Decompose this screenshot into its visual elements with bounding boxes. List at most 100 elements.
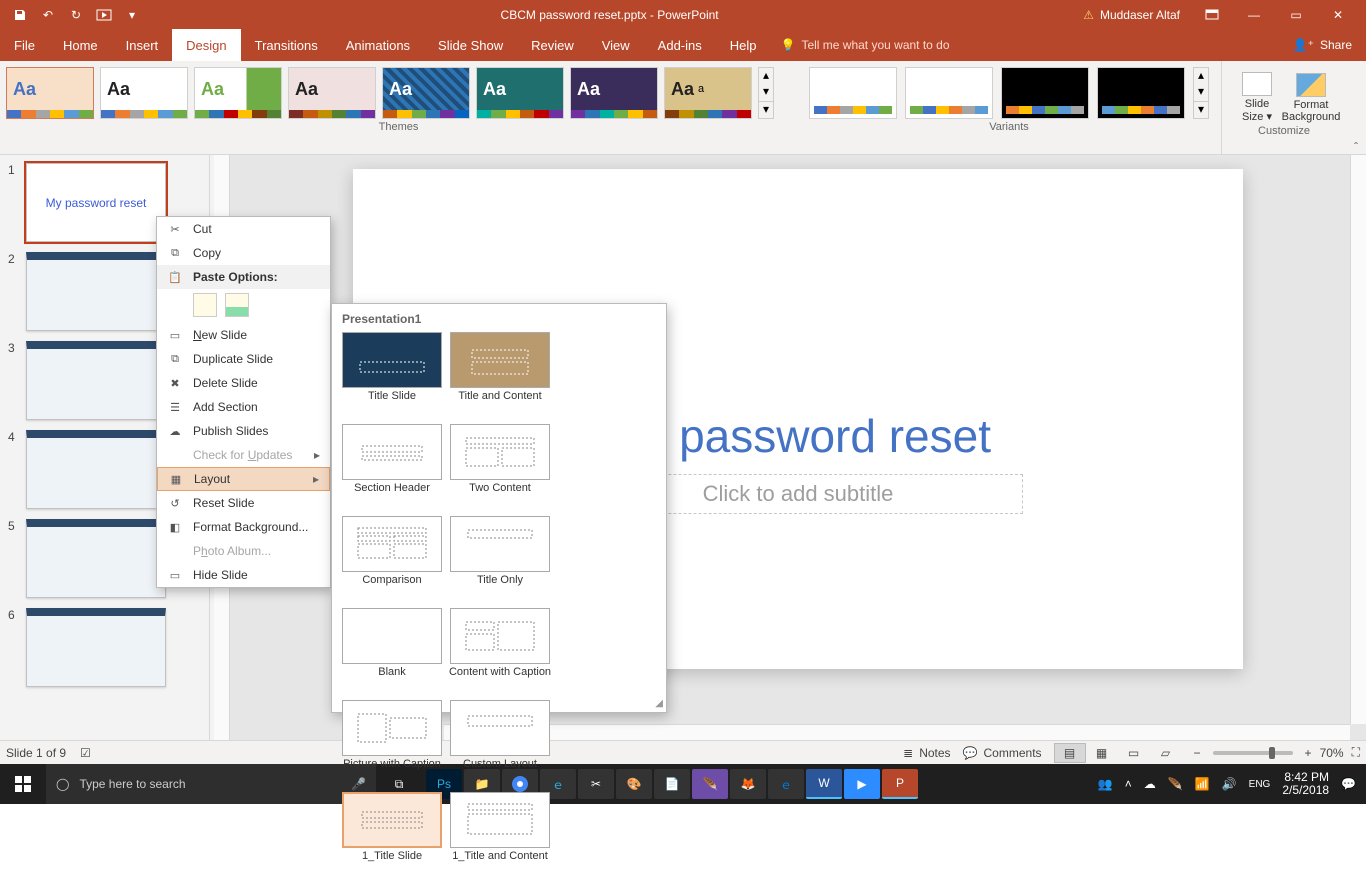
layout-section-header[interactable]: Section Header bbox=[340, 424, 444, 508]
slide-size-button[interactable]: Slide Size ▾ bbox=[1234, 67, 1280, 123]
zoom-level[interactable]: 70% bbox=[1320, 741, 1344, 764]
tab-design[interactable]: Design bbox=[172, 29, 240, 61]
share-button[interactable]: 👤⁺ Share bbox=[1279, 29, 1366, 61]
taskbar-search[interactable]: ◯ Type here to search 🎤 bbox=[46, 764, 376, 804]
layout-title-slide[interactable]: Title Slide bbox=[340, 332, 444, 416]
format-background-button[interactable]: Format Background bbox=[1288, 67, 1334, 123]
share-icon: 👤⁺ bbox=[1293, 38, 1314, 52]
taskbar-app-lightshot[interactable]: 🪶 bbox=[692, 769, 728, 799]
undo-icon[interactable]: ↶ bbox=[34, 0, 62, 29]
save-icon[interactable] bbox=[6, 0, 34, 29]
menu-format-background[interactable]: ◧Format Background... bbox=[157, 515, 330, 539]
theme-item[interactable]: Aa bbox=[100, 67, 188, 119]
signed-in-user[interactable]: ⚠ Muddaser Altaf bbox=[1073, 8, 1190, 22]
tell-me[interactable]: 💡 Tell me what you want to do bbox=[781, 29, 950, 61]
tab-slideshow[interactable]: Slide Show bbox=[424, 29, 517, 61]
start-from-beginning-icon[interactable] bbox=[90, 0, 118, 29]
layout-custom-layout[interactable]: Custom Layout bbox=[448, 700, 552, 784]
theme-item[interactable]: Aa bbox=[476, 67, 564, 119]
slide-counter[interactable]: Slide 1 of 9 bbox=[6, 741, 66, 764]
tab-animations[interactable]: Animations bbox=[332, 29, 424, 61]
layout-blank[interactable]: Blank bbox=[340, 608, 444, 692]
people-icon[interactable]: 👥 bbox=[1098, 777, 1113, 791]
menu-cut[interactable]: ✂Cut bbox=[157, 217, 330, 241]
tab-addins[interactable]: Add-ins bbox=[644, 29, 716, 61]
action-center-icon[interactable]: 💬 bbox=[1341, 777, 1356, 791]
start-button[interactable] bbox=[0, 764, 46, 804]
tab-home[interactable]: Home bbox=[49, 29, 112, 61]
onedrive-icon[interactable]: ☁ bbox=[1144, 777, 1156, 791]
variant-item[interactable] bbox=[1001, 67, 1089, 119]
variants-more-button[interactable]: ▴▾▾ bbox=[1193, 67, 1209, 119]
layout-title-only[interactable]: Title Only bbox=[448, 516, 552, 600]
tray-app-icon[interactable]: 🪶 bbox=[1168, 777, 1183, 791]
slideshow-view-button[interactable]: ▱ bbox=[1150, 743, 1182, 763]
theme-office[interactable]: Aa bbox=[6, 67, 94, 119]
paste-picture[interactable] bbox=[225, 293, 249, 317]
theme-item[interactable]: Aaa bbox=[664, 67, 752, 119]
menu-layout[interactable]: ▦Layout▸ bbox=[157, 467, 330, 491]
vertical-scrollbar[interactable] bbox=[1350, 155, 1366, 724]
minimize-button[interactable]: — bbox=[1234, 0, 1274, 29]
tab-review[interactable]: Review bbox=[517, 29, 588, 61]
comments-button[interactable]: 💬Comments bbox=[963, 741, 1042, 764]
tab-insert[interactable]: Insert bbox=[112, 29, 173, 61]
layout-content-with-caption[interactable]: Content with Caption bbox=[448, 608, 552, 692]
normal-view-button[interactable]: ▤ bbox=[1054, 743, 1086, 763]
layout-1-title-slide[interactable]: 1_Title Slide bbox=[340, 792, 444, 876]
notes-button[interactable]: ≣Notes bbox=[903, 741, 950, 764]
variant-item[interactable] bbox=[809, 67, 897, 119]
volume-icon[interactable]: 🔊 bbox=[1222, 777, 1237, 791]
taskbar-app-firefox[interactable]: 🦊 bbox=[730, 769, 766, 799]
tab-transitions[interactable]: Transitions bbox=[241, 29, 332, 61]
menu-duplicate-slide[interactable]: ⧉Duplicate Slide bbox=[157, 347, 330, 371]
redo-icon[interactable]: ↻ bbox=[62, 0, 90, 29]
reading-view-button[interactable]: ▭ bbox=[1118, 743, 1150, 763]
layout-comparison[interactable]: Comparison bbox=[340, 516, 444, 600]
variant-item[interactable] bbox=[905, 67, 993, 119]
theme-item[interactable]: Aa bbox=[570, 67, 658, 119]
layout-1-title-and-content[interactable]: 1_Title and Content bbox=[448, 792, 552, 876]
layout-picture-with-caption[interactable]: Picture with Caption bbox=[340, 700, 444, 784]
taskbar-app-edge[interactable]: ｅ bbox=[768, 769, 804, 799]
theme-item[interactable]: Aa bbox=[194, 67, 282, 119]
language-icon[interactable]: ENG bbox=[1249, 779, 1271, 790]
resize-grip-icon[interactable]: ◢ bbox=[655, 698, 663, 709]
taskbar-app-word[interactable]: W bbox=[806, 769, 842, 799]
menu-delete-slide[interactable]: ✖Delete Slide bbox=[157, 371, 330, 395]
network-icon[interactable]: 📶 bbox=[1195, 777, 1210, 791]
taskbar-app-zoom[interactable]: ▶ bbox=[844, 769, 880, 799]
clock[interactable]: 8:42 PM2/5/2018 bbox=[1282, 771, 1329, 797]
thumbnail-slide-6[interactable]: 6 bbox=[8, 608, 205, 687]
themes-more-button[interactable]: ▴▾▾ bbox=[758, 67, 774, 119]
menu-copy[interactable]: ⧉Copy bbox=[157, 241, 330, 265]
restore-button[interactable]: ▭ bbox=[1276, 0, 1316, 29]
slide-sorter-view-button[interactable]: ▦ bbox=[1086, 743, 1118, 763]
paste-use-destination-theme[interactable] bbox=[193, 293, 217, 317]
layout-two-content[interactable]: Two Content bbox=[448, 424, 552, 508]
qat-more-icon[interactable]: ▾ bbox=[118, 0, 146, 29]
close-button[interactable]: ✕ bbox=[1318, 0, 1358, 29]
tab-file[interactable]: File bbox=[0, 29, 49, 61]
zoom-out-button[interactable]: − bbox=[1194, 746, 1201, 760]
menu-hide-slide[interactable]: ▭Hide Slide bbox=[157, 563, 330, 587]
layout-title-and-content[interactable]: Title and Content bbox=[448, 332, 552, 416]
zoom-in-button[interactable]: + bbox=[1305, 746, 1312, 760]
theme-item[interactable]: Aa bbox=[382, 67, 470, 119]
fit-slide-button[interactable]: ⛶ bbox=[1352, 741, 1360, 764]
cut-icon: ✂ bbox=[167, 221, 183, 237]
zoom-slider[interactable] bbox=[1213, 751, 1293, 755]
menu-add-section[interactable]: ☰Add Section bbox=[157, 395, 330, 419]
theme-item[interactable]: Aa bbox=[288, 67, 376, 119]
spell-check-icon[interactable]: ☑ bbox=[80, 741, 91, 764]
menu-new-slide[interactable]: ▭New Slide bbox=[157, 323, 330, 347]
tray-chevron-up-icon[interactable]: ˄ bbox=[1125, 777, 1132, 791]
menu-reset-slide[interactable]: ↺Reset Slide bbox=[157, 491, 330, 515]
tab-help[interactable]: Help bbox=[716, 29, 771, 61]
menu-publish-slides[interactable]: ☁Publish Slides bbox=[157, 419, 330, 443]
collapse-ribbon-icon[interactable]: ˆ bbox=[1346, 61, 1366, 154]
variant-item[interactable] bbox=[1097, 67, 1185, 119]
ribbon-display-options-icon[interactable] bbox=[1192, 0, 1232, 29]
taskbar-app-powerpoint[interactable]: P bbox=[882, 769, 918, 799]
tab-view[interactable]: View bbox=[588, 29, 644, 61]
